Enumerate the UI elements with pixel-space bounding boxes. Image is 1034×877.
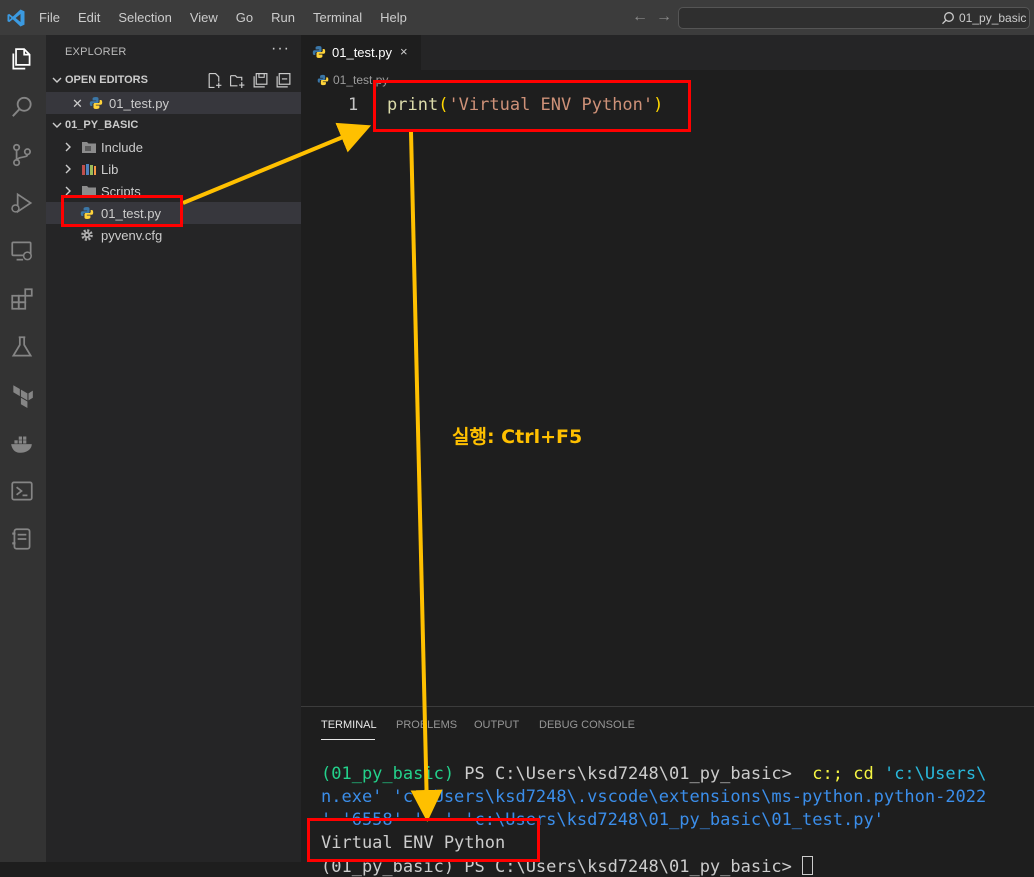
arrow-file-to-code [182,122,372,205]
highlight-box-code [373,80,691,132]
highlight-box-file [61,195,183,227]
run-shortcut-annotation: 실행: Ctrl+F5 [452,426,583,448]
arrow-code-to-output [409,131,443,822]
highlight-box-output [307,818,540,862]
